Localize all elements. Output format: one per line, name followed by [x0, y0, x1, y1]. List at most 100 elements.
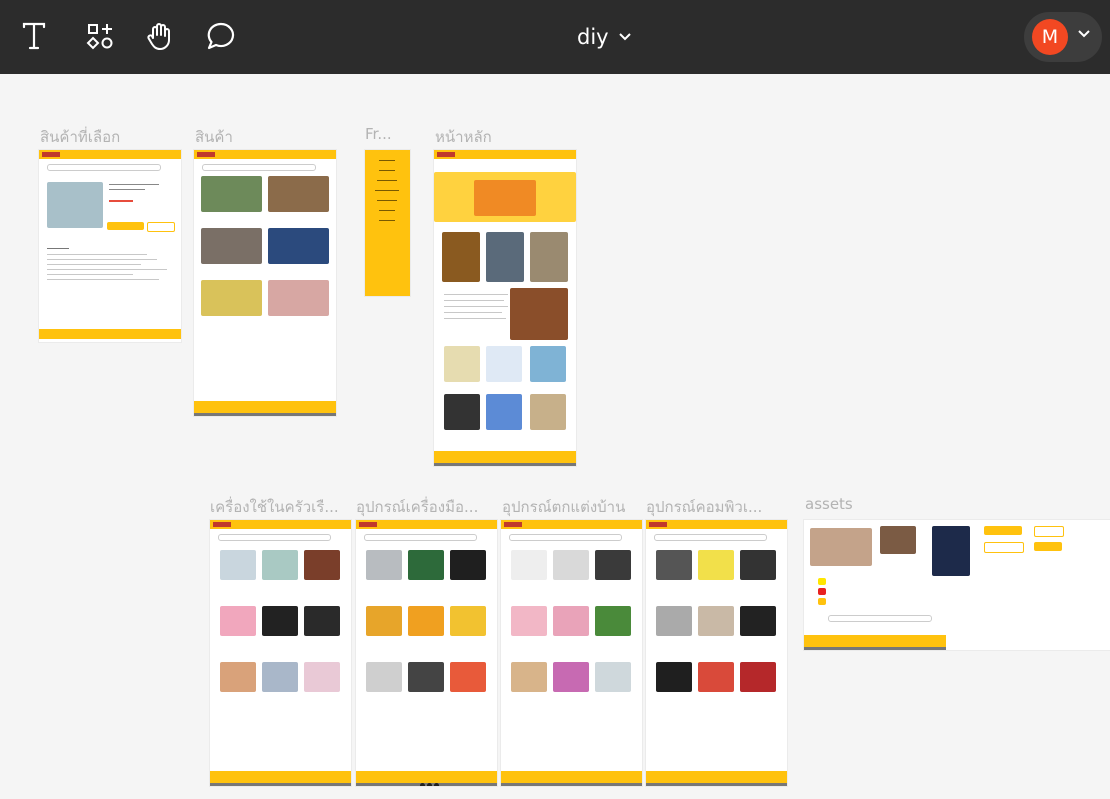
frame-assets[interactable]	[804, 520, 1110, 650]
frame-header-bar	[210, 520, 351, 529]
product-image	[698, 662, 734, 692]
frame-computer[interactable]	[646, 520, 787, 786]
color-swatch	[818, 588, 826, 595]
frame-label[interactable]: อุปกรณ์คอมพิวเ...	[646, 495, 762, 519]
frame-search-bar	[654, 534, 767, 541]
frame-search-bar	[47, 164, 161, 171]
frame-footer-bar	[39, 329, 181, 339]
category-image	[268, 280, 329, 316]
product-image	[656, 606, 692, 636]
menu-item-line	[377, 180, 397, 181]
text-line	[444, 300, 504, 301]
chevron-down-icon	[618, 33, 631, 41]
store-image	[486, 232, 524, 282]
frame-footer-bar	[194, 401, 336, 416]
shapes-plus-icon	[86, 24, 113, 50]
hero-image	[474, 180, 536, 216]
product-image	[486, 394, 522, 430]
product-image	[511, 550, 547, 580]
frame-label[interactable]: assets	[805, 495, 853, 513]
category-image	[201, 228, 262, 264]
asset-search-bar	[828, 615, 932, 622]
buy-button	[147, 222, 175, 232]
comment-tool-button[interactable]	[203, 18, 239, 54]
text-line	[444, 318, 506, 319]
description-line	[47, 248, 69, 249]
product-image	[450, 606, 486, 636]
frame-menu[interactable]	[365, 150, 410, 296]
text-icon	[22, 22, 46, 50]
product-price-line	[109, 200, 133, 202]
frame-header-bar	[646, 520, 787, 529]
product-image	[486, 346, 522, 382]
frame-footer-bar	[210, 771, 351, 786]
frame-label[interactable]: สินค้า	[195, 125, 233, 149]
category-image	[201, 280, 262, 316]
category-image	[201, 176, 262, 212]
brand-logo	[213, 522, 231, 527]
product-image	[450, 550, 486, 580]
frame-footer-bar	[646, 771, 787, 786]
product-image	[740, 662, 776, 692]
product-image	[408, 550, 444, 580]
product-image	[444, 346, 480, 382]
asset-image	[810, 528, 872, 566]
product-image	[262, 606, 298, 636]
hand-tool-button[interactable]	[142, 18, 178, 54]
category-image	[268, 228, 329, 264]
product-image	[444, 394, 480, 430]
asset-image	[932, 526, 970, 576]
product-image	[656, 662, 692, 692]
frame-label[interactable]: เครื่องใช้ในครัวเรื...	[210, 495, 339, 519]
frame-label[interactable]: Fr...	[365, 125, 392, 143]
product-image	[408, 606, 444, 636]
file-title-button[interactable]: diy	[577, 22, 631, 52]
frame-footer-bar	[434, 451, 576, 466]
asset-button	[1034, 542, 1062, 551]
text-line	[444, 294, 508, 295]
frame-label[interactable]: อุปกรณ์เครื่องมือ...	[356, 495, 478, 519]
frame-label[interactable]: อุปกรณ์ตกแต่งบ้าน	[502, 495, 625, 519]
store-image	[530, 232, 568, 282]
product-title-line	[109, 184, 159, 185]
brand-logo	[197, 152, 215, 157]
menu-item-line	[379, 160, 395, 161]
mr-diy-image	[510, 288, 568, 340]
frame-tools[interactable]	[356, 520, 497, 786]
brand-logo	[42, 152, 60, 157]
menu-item-line	[379, 170, 395, 171]
text-line	[444, 306, 508, 307]
product-image	[698, 550, 734, 580]
shapes-tool-button[interactable]	[82, 18, 118, 54]
product-image	[656, 550, 692, 580]
product-image	[408, 662, 444, 692]
frame-search-bar	[509, 534, 622, 541]
frame-search-bar	[218, 534, 331, 541]
asset-footer-bar	[804, 635, 946, 650]
brand-logo	[359, 522, 377, 527]
frame-header-bar	[501, 520, 642, 529]
asset-button	[984, 542, 1024, 553]
frame-label[interactable]: สินค้าที่เลือก	[40, 125, 120, 149]
product-image	[366, 550, 402, 580]
chevron-down-icon	[1078, 30, 1090, 38]
frame-search-bar	[202, 164, 316, 171]
frame-home-decor[interactable]	[501, 520, 642, 786]
product-image	[262, 550, 298, 580]
product-image	[511, 662, 547, 692]
menu-item-line	[379, 210, 395, 211]
product-image	[595, 606, 631, 636]
frame-selected-product[interactable]	[39, 150, 181, 342]
description-line	[47, 269, 167, 270]
frame-header-bar	[194, 150, 336, 159]
frame-home[interactable]	[434, 150, 576, 466]
frame-label[interactable]: หน้าหลัก	[435, 125, 492, 149]
user-menu-button[interactable]: M	[1024, 12, 1102, 62]
menu-item-line	[375, 190, 399, 191]
product-image	[511, 606, 547, 636]
toolbar: diy M	[0, 0, 1110, 74]
frame-products[interactable]	[194, 150, 336, 416]
product-image	[304, 550, 340, 580]
text-tool-button[interactable]	[16, 18, 52, 54]
frame-household[interactable]	[210, 520, 351, 786]
